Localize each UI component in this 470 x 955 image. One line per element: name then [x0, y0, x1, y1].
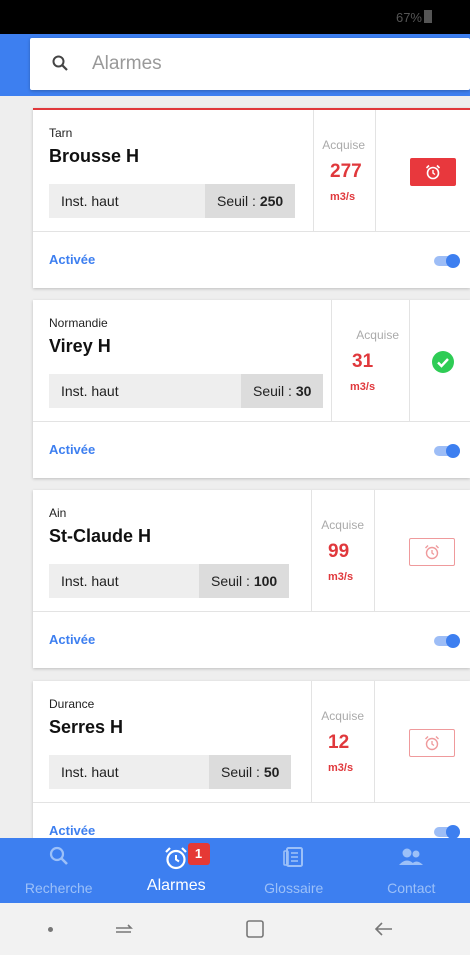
measured-unit: m3/s	[328, 762, 354, 774]
threshold-value: Seuil : 250	[205, 184, 296, 218]
alarm-idle-button[interactable]	[409, 538, 455, 566]
activation-toggle[interactable]	[434, 825, 460, 838]
system-navigation-bar	[0, 903, 470, 955]
activation-toggle[interactable]	[434, 444, 460, 458]
search-input[interactable]	[92, 48, 452, 80]
alarm-type: Inst. haut	[49, 755, 209, 789]
region-label: Ain	[49, 506, 67, 520]
nav-label: Contact	[387, 880, 436, 896]
measured-value: 31	[352, 351, 374, 372]
search-bar[interactable]	[30, 38, 470, 90]
nav-label: Glossaire	[264, 880, 324, 896]
battery-icon	[424, 10, 432, 23]
threshold-value: Seuil : 30	[241, 374, 324, 408]
nav-glossaire[interactable]: Glossaire	[235, 838, 353, 903]
threshold-number: 250	[259, 193, 284, 209]
alarm-card[interactable]: Tarn Brousse H Inst. haut Seuil : 250 Ac…	[33, 108, 470, 288]
alarm-status	[375, 681, 470, 803]
measured-unit: m3/s	[328, 571, 354, 583]
status-bar: 67%	[0, 0, 470, 34]
alarm-clock-icon	[425, 736, 439, 751]
region-label: Tarn	[49, 126, 73, 140]
recent-apps-icon[interactable]	[114, 919, 134, 939]
back-icon[interactable]	[374, 919, 394, 939]
activation-label: Activée	[49, 442, 96, 457]
alarm-card[interactable]: Normandie Virey H Inst. haut Seuil : 30 …	[33, 300, 470, 478]
activation-label: Activée	[49, 252, 96, 267]
check-circle-icon	[432, 351, 454, 373]
battery-level: 67%	[395, 10, 422, 25]
threshold-value: Seuil : 50	[209, 755, 292, 789]
threshold-label: Seuil :	[211, 573, 254, 589]
measurement: Acquise 277 m3/s	[313, 110, 376, 232]
contact-icon	[399, 848, 424, 865]
threshold-tags: Inst. haut Seuil : 250	[49, 184, 296, 218]
nav-label: Alarmes	[146, 877, 206, 894]
search-icon	[52, 55, 68, 71]
alarm-card[interactable]: Ain St-Claude H Inst. haut Seuil : 100 A…	[33, 490, 470, 668]
threshold-tags: Inst. haut Seuil : 100	[49, 564, 290, 598]
alarm-type: Inst. haut	[49, 374, 241, 408]
nav-contact[interactable]: Contact	[353, 838, 470, 903]
alarm-clock-icon	[425, 545, 439, 560]
threshold-tags: Inst. haut Seuil : 50	[49, 755, 292, 789]
threshold-label: Seuil :	[217, 193, 260, 209]
home-icon[interactable]	[246, 920, 264, 938]
app-bar	[0, 34, 470, 96]
threshold-number: 50	[263, 764, 280, 780]
station-name: Brousse H	[49, 146, 140, 166]
alarm-status	[375, 490, 470, 612]
alarm-list[interactable]: Tarn Brousse H Inst. haut Seuil : 250 Ac…	[0, 96, 470, 838]
station-name: Virey H	[49, 336, 111, 356]
glossary-icon	[282, 847, 303, 867]
measurement: Acquise 31 m3/s	[331, 300, 410, 422]
measured-value: 12	[328, 732, 350, 753]
activation-label: Activée	[49, 632, 96, 647]
activation-toggle[interactable]	[434, 254, 460, 268]
threshold-value: Seuil : 100	[199, 564, 290, 598]
alarm-card[interactable]: Durance Serres H Inst. haut Seuil : 50 A…	[33, 681, 470, 838]
search-icon	[49, 846, 68, 865]
activation-toggle[interactable]	[434, 634, 460, 648]
region-label: Normandie	[49, 316, 108, 330]
alarm-clock-icon	[425, 164, 441, 180]
measured-value: 277	[330, 161, 362, 182]
threshold-tags: Inst. haut Seuil : 30	[49, 374, 324, 408]
region-label: Durance	[49, 697, 95, 711]
measured-unit: m3/s	[350, 381, 376, 393]
alarm-status	[376, 110, 470, 232]
alarm-type: Inst. haut	[49, 184, 205, 218]
acquise-label: Acquise	[321, 518, 364, 532]
station-name: Serres H	[49, 717, 124, 737]
dot-icon	[48, 927, 53, 932]
threshold-number: 30	[295, 383, 312, 399]
activation-label: Activée	[49, 823, 96, 838]
threshold-label: Seuil :	[253, 383, 296, 399]
threshold-number: 100	[253, 573, 278, 589]
nav-label: Recherche	[24, 880, 93, 896]
measured-unit: m3/s	[330, 191, 356, 203]
measured-value: 99	[328, 541, 350, 562]
threshold-label: Seuil :	[221, 764, 264, 780]
nav-alarmes[interactable]: 1 Alarmes	[118, 838, 236, 903]
acquise-label: Acquise	[356, 328, 399, 342]
alarm-type: Inst. haut	[49, 564, 199, 598]
alarm-active-button[interactable]	[410, 158, 456, 186]
alarm-clock-icon	[165, 847, 188, 870]
notification-badge: 1	[187, 843, 210, 865]
acquise-label: Acquise	[322, 138, 365, 152]
measurement: Acquise 99 m3/s	[311, 490, 375, 612]
alarm-idle-button[interactable]	[409, 729, 455, 757]
bottom-navigation: Recherche 1 Alarmes Glossaire Contact	[0, 838, 470, 903]
station-name: St-Claude H	[49, 526, 152, 546]
acquise-label: Acquise	[321, 709, 364, 723]
alarm-status	[410, 300, 470, 422]
nav-recherche[interactable]: Recherche	[0, 838, 118, 903]
measurement: Acquise 12 m3/s	[311, 681, 375, 803]
